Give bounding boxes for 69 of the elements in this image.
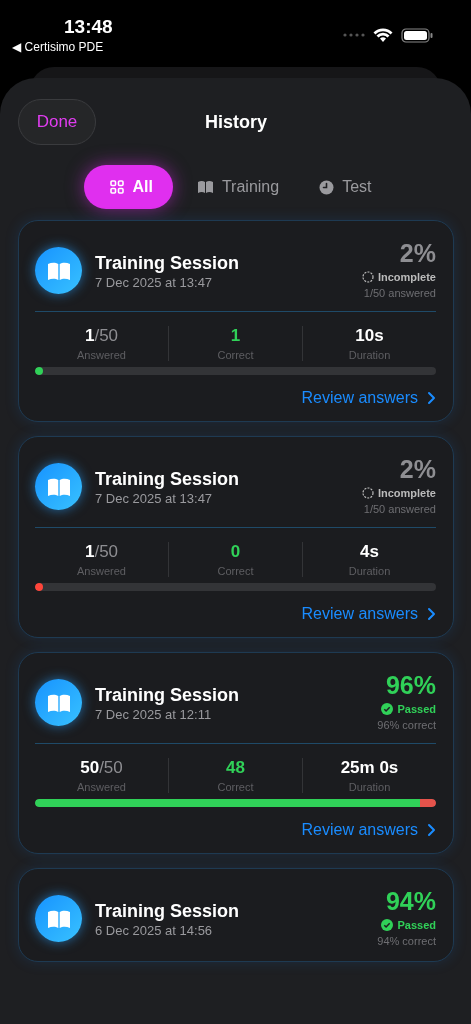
score-percent: 2%: [399, 239, 436, 268]
stat-label: Answered: [77, 349, 126, 361]
chevron-icon: [427, 391, 436, 405]
status-label: Passed: [397, 919, 436, 931]
filter-tab[interactable]: All: [84, 165, 173, 209]
back-to-app-link[interactable]: ◀ Certisimo PDE: [12, 40, 104, 54]
book-icon: [35, 463, 82, 510]
done-button[interactable]: Done: [18, 99, 96, 145]
session-title: Training Session: [95, 901, 241, 922]
status-label: Incomplete: [377, 487, 436, 499]
book-icon: [35, 679, 82, 726]
stat-label: Correct: [217, 349, 254, 361]
correct-count: 1: [230, 326, 241, 346]
dashed-circle-icon: [361, 487, 374, 499]
stat-label: Correct: [217, 781, 254, 793]
score-percent: 96%: [385, 671, 436, 700]
score-percent: 94%: [385, 887, 436, 916]
session-card[interactable]: Training Session 7 Dec 2025 at 12:11 96% Passed 96% correct 50/50 Answered 48 Correct 25m 0s Duration Review answers: [18, 652, 454, 854]
screen-title: History: [204, 111, 268, 133]
review-answers-link[interactable]: Review answers: [301, 605, 436, 623]
status-time: 13:48: [64, 16, 113, 38]
answered-count: 50/50: [80, 758, 123, 778]
session-date: 7 Dec 2025 at 12:11: [95, 707, 213, 722]
stat-label: Duration: [348, 349, 391, 361]
answered-count: 1/50: [84, 326, 119, 346]
book-icon: [35, 895, 82, 942]
status-label: Passed: [397, 703, 436, 715]
result-summary: 1/50 answered: [363, 287, 436, 299]
stat-label: Answered: [77, 781, 126, 793]
result-summary: 96% correct: [377, 719, 436, 731]
stat-label: Duration: [348, 565, 391, 577]
duration-value: 4s: [360, 542, 379, 562]
session-card[interactable]: Training Session 7 Dec 2025 at 13:47 2% Incomplete 1/50 answered 1/50 Answered 0 Correct 4s Duration Review answers: [18, 436, 454, 638]
duration-value: 10s: [355, 326, 384, 346]
correct-count: 48: [226, 758, 245, 778]
filter-tab[interactable]: Training: [180, 165, 296, 209]
duration-value: 25m 0s: [340, 758, 399, 778]
grid-icon: [110, 180, 125, 194]
stat-label: Correct: [217, 565, 254, 577]
session-title: Training Session: [95, 469, 241, 490]
correct-count: 0: [230, 542, 241, 562]
review-answers-link[interactable]: Review answers: [301, 821, 436, 839]
filter-tab[interactable]: Test: [303, 165, 388, 209]
answered-count: 1/50: [84, 542, 119, 562]
clock-icon: [319, 179, 335, 195]
result-summary: 1/50 answered: [363, 503, 436, 515]
chevron-icon: [427, 607, 436, 621]
stat-label: Duration: [348, 781, 391, 793]
book-icon: [35, 247, 82, 294]
session-card[interactable]: Training Session 7 Dec 2025 at 13:47 2% Incomplete 1/50 answered 1/50 Answered 1 Correct 10s Duration Review answers: [18, 220, 454, 422]
dashed-circle-icon: [361, 271, 374, 283]
result-summary: 94% correct: [377, 935, 436, 947]
review-answers-link[interactable]: Review answers: [301, 389, 436, 407]
battery-icon: [401, 27, 433, 43]
session-date: 7 Dec 2025 at 13:47: [95, 491, 214, 506]
book-icon: [196, 180, 214, 194]
session-date: 7 Dec 2025 at 13:47: [95, 275, 214, 290]
score-percent: 2%: [399, 455, 436, 484]
stat-label: Answered: [77, 565, 126, 577]
session-title: Training Session: [95, 253, 241, 274]
session-date: 6 Dec 2025 at 14:56: [95, 923, 214, 938]
checkmark-icon: [381, 919, 394, 931]
session-card[interactable]: Training Session 6 Dec 2025 at 14:56 94% Passed 94% correct: [18, 868, 454, 962]
signal-icon: [343, 33, 365, 37]
chevron-icon: [427, 823, 436, 837]
session-title: Training Session: [95, 685, 241, 706]
status-label: Incomplete: [377, 271, 436, 283]
wifi-icon: [373, 27, 393, 43]
checkmark-icon: [381, 703, 394, 715]
